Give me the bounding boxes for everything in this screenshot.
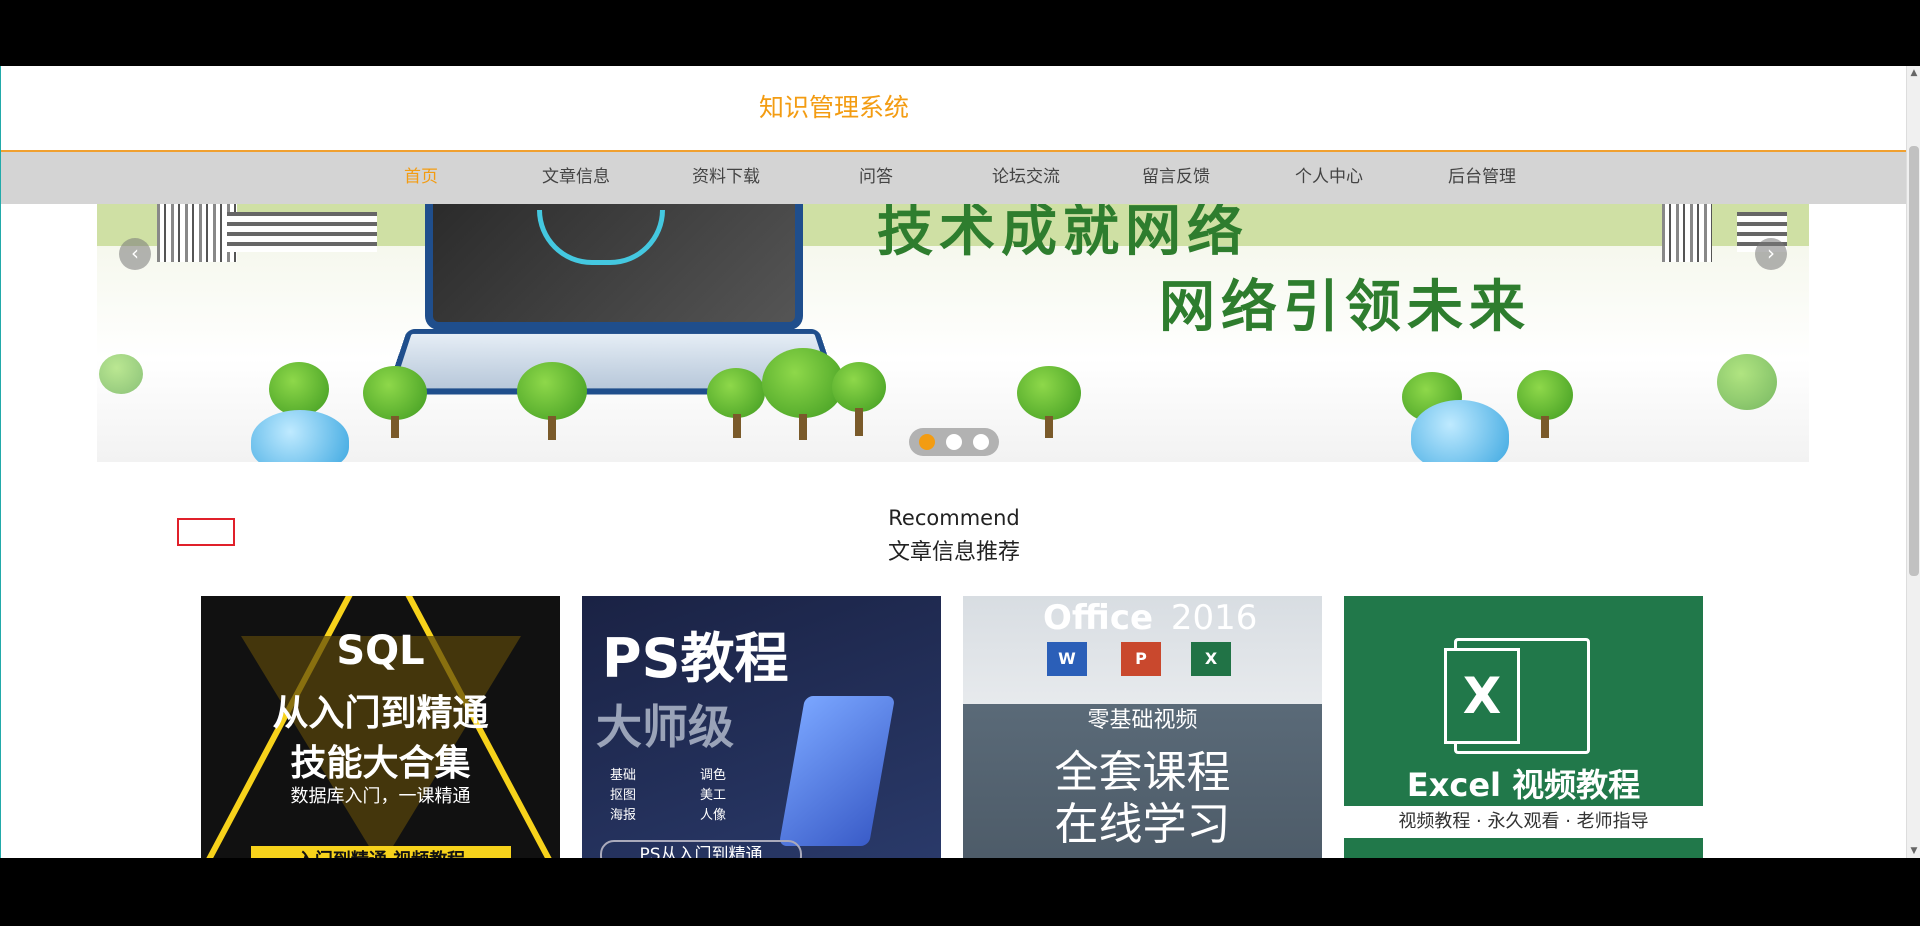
barcode-decoration — [157, 204, 237, 262]
robot-mascot — [1411, 400, 1509, 462]
card-title-line3: 技能大合集 — [290, 743, 471, 784]
tree-decoration — [363, 366, 427, 420]
section-heading-en: Recommend — [888, 506, 1020, 530]
office-year: 2016 — [1170, 598, 1258, 638]
feature-item: 抠图 — [610, 788, 637, 803]
main-nav: 首页 文章信息 资料下载 问答 论坛交流 留言反馈 个人中心 后台管理 — [1, 150, 1907, 204]
tree-trunk — [391, 416, 399, 438]
excel-icon: X — [1191, 642, 1231, 676]
banner-carousel: 技术成就网络 网络引领未来 ‹ › — [97, 204, 1809, 462]
scroll-down-icon[interactable]: ▼ — [1907, 844, 1920, 858]
card-title-line2: 在线学习 — [1054, 799, 1231, 850]
banner-headline-top: 技术成就网络 — [877, 204, 1249, 264]
tree-decoration — [517, 362, 587, 420]
carousel-indicators — [909, 428, 999, 456]
tree-trunk — [1045, 416, 1053, 438]
card-tagline: 零基础视频 — [1087, 708, 1198, 733]
nav-item-feedback[interactable]: 留言反馈 — [1111, 152, 1241, 204]
nav-item-admin[interactable]: 后台管理 — [1417, 152, 1547, 204]
feature-item: 美工 — [700, 788, 727, 803]
carousel-dot-1[interactable] — [919, 434, 935, 450]
feature-item: 人像 — [700, 808, 727, 823]
tree-decoration — [1717, 354, 1777, 410]
vertical-scrollbar[interactable]: ▲ ▼ — [1906, 66, 1920, 858]
carousel-next-icon[interactable]: › — [1755, 238, 1787, 270]
card-subtitle: 大师级 — [596, 700, 734, 754]
article-card-ps[interactable]: PS教程 大师级 基础 调色 抠图 美工 海报 人像 PS从入门到精通 — [582, 596, 941, 858]
nav-item-qa[interactable]: 问答 — [811, 152, 941, 204]
banner-headline-bottom: 网络引领未来 — [1159, 275, 1531, 340]
card-title-line2: 从入门到精通 — [272, 693, 489, 734]
office-brand: Office 2016 — [1043, 598, 1257, 638]
card-subtitle: 视频教程 · 永久观看 · 老师指导 — [1344, 806, 1703, 838]
tree-decoration — [1017, 366, 1081, 420]
nav-item-forum[interactable]: 论坛交流 — [961, 152, 1091, 204]
robot-mascot — [251, 410, 349, 462]
card-footer-banner: 入门到精通 视频教程 — [251, 846, 511, 858]
nav-item-articles[interactable]: 文章信息 — [511, 152, 641, 204]
tree-trunk — [1541, 416, 1549, 438]
building-decoration — [227, 212, 377, 252]
nav-item-downloads[interactable]: 资料下载 — [661, 152, 791, 204]
article-card-sql[interactable]: SQL 从入门到精通 技能大合集 数据库入门，一课精通 入门到精通 视频教程 — [201, 596, 560, 858]
carousel-dot-3[interactable] — [973, 434, 989, 450]
card-footer-pill: PS从入门到精通 — [600, 840, 802, 858]
office-brand-name: Office — [1043, 598, 1154, 638]
site-header: 知识管理系统 — [1, 66, 1920, 150]
browser-viewport: 知识管理系统 首页 文章信息 资料下载 问答 论坛交流 留言反馈 个人中心 后台… — [0, 66, 1920, 858]
feature-item: 海报 — [610, 808, 637, 823]
tree-decoration — [832, 362, 886, 412]
scroll-up-icon[interactable]: ▲ — [1907, 66, 1920, 80]
ps-logo-icon — [778, 696, 896, 846]
card-subtitle: 数据库入门，一课精通 — [290, 786, 471, 807]
tree-trunk — [733, 414, 741, 438]
feature-item: 调色 — [700, 768, 727, 783]
tree-decoration — [99, 354, 143, 394]
nav-item-home[interactable]: 首页 — [356, 152, 486, 204]
scrollbar-thumb[interactable] — [1909, 146, 1919, 576]
site-title[interactable]: 知识管理系统 — [759, 88, 909, 124]
section-heading-cn: 文章信息推荐 — [887, 540, 1020, 565]
carousel-prev-icon[interactable]: ‹ — [119, 238, 151, 270]
card-title-line1: SQL — [336, 628, 425, 674]
card-title: PS教程 — [602, 627, 789, 690]
tree-trunk — [799, 414, 807, 440]
carousel-dot-2[interactable] — [946, 434, 962, 450]
feature-item: 基础 — [610, 768, 637, 783]
barcode-decoration — [1662, 204, 1712, 262]
tree-trunk — [855, 408, 863, 436]
article-card-office[interactable]: Office 2016 W P X 零基础视频 全套课程 在线学习 — [963, 596, 1322, 858]
word-icon: W — [1047, 642, 1087, 676]
article-card-excel[interactable]: X Excel 视频教程 视频教程 · 永久观看 · 老师指导 — [1344, 596, 1703, 858]
tree-decoration — [1517, 370, 1573, 420]
tree-trunk — [548, 416, 556, 440]
powerpoint-icon: P — [1121, 642, 1161, 676]
tree-decoration — [269, 362, 329, 416]
card-title: Excel 视频教程 — [1406, 766, 1641, 804]
nav-item-profile[interactable]: 个人中心 — [1264, 152, 1394, 204]
tree-decoration — [707, 368, 765, 418]
excel-logo-icon: X — [1444, 648, 1520, 744]
